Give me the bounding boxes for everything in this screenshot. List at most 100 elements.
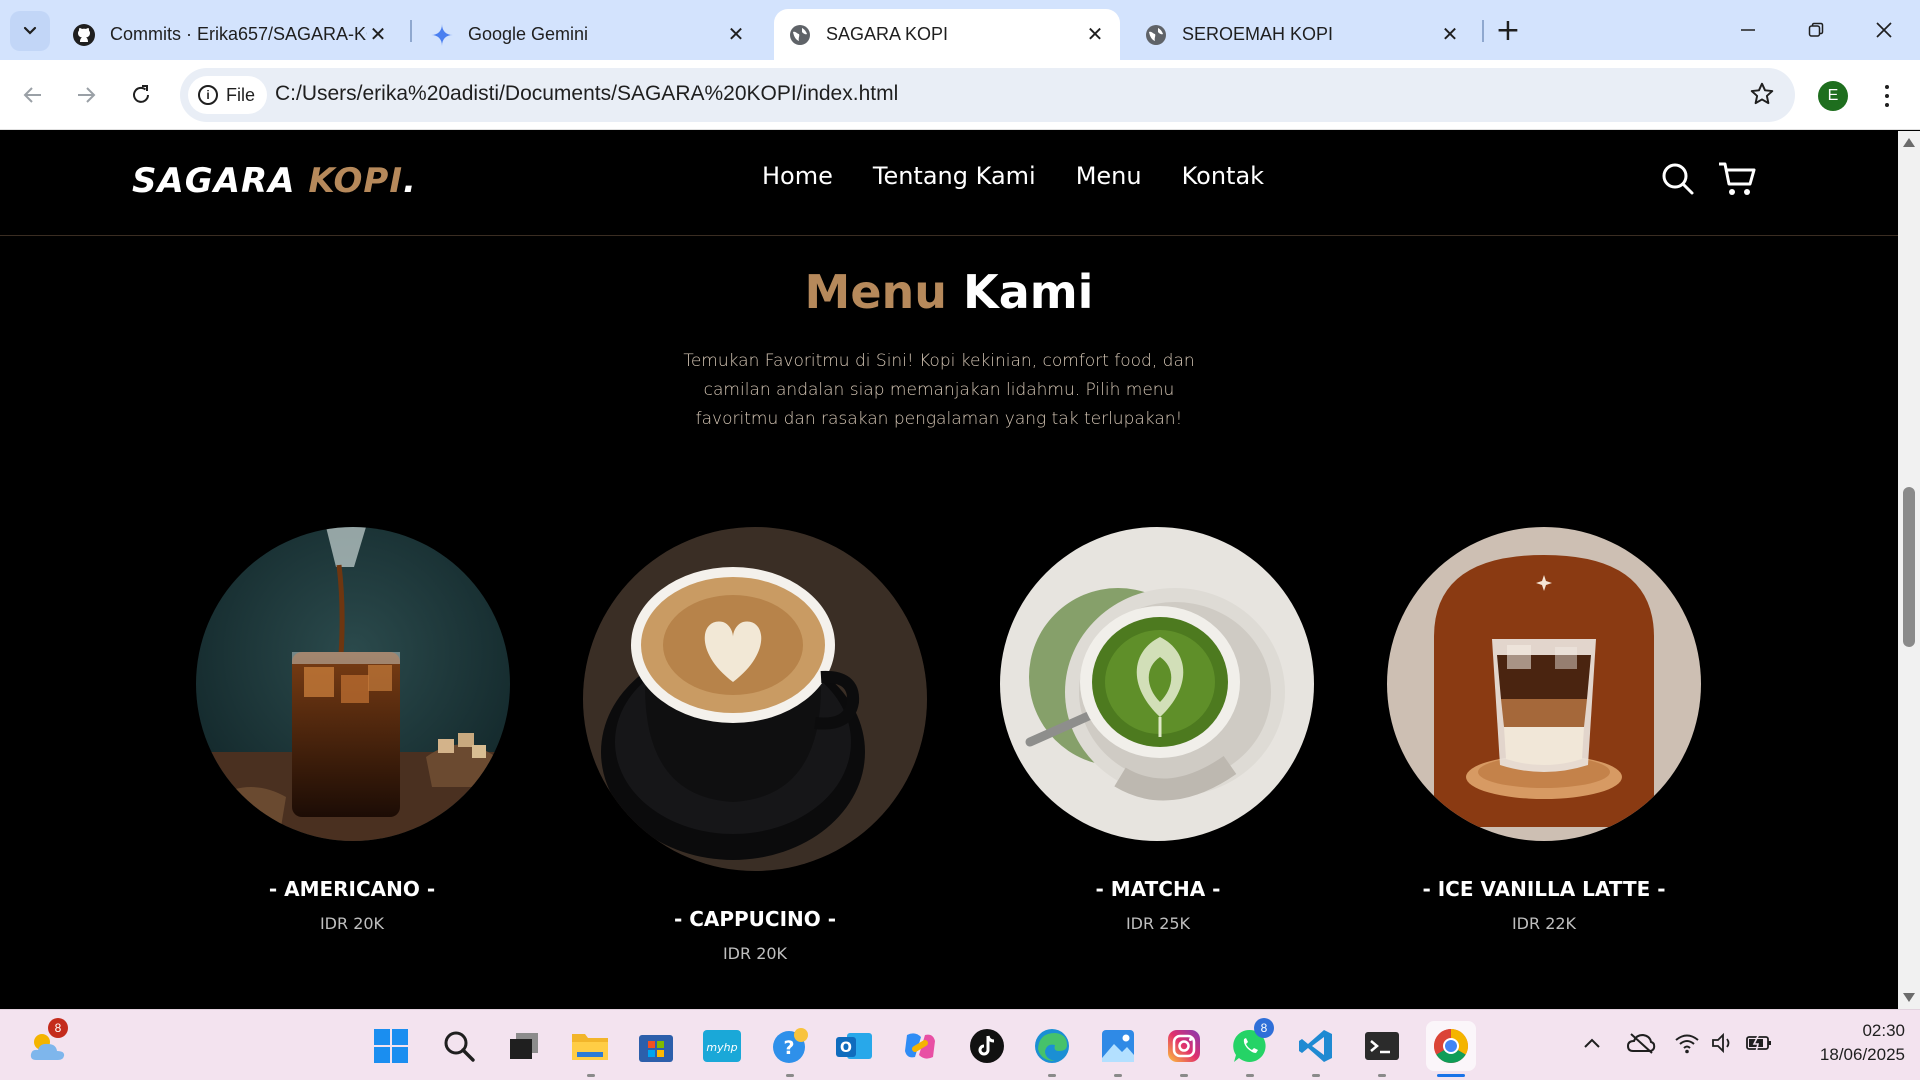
minimize-icon: [1741, 29, 1755, 31]
reload-icon: [133, 85, 149, 103]
browser-menu-icon[interactable]: [1872, 78, 1902, 114]
info-icon: i: [198, 85, 218, 105]
menu-item-price: IDR 22K: [1511, 914, 1577, 933]
search-taskbar-icon[interactable]: [437, 1024, 481, 1068]
show-hidden-icons-chevron-icon[interactable]: [1577, 1028, 1607, 1058]
tab-search-button[interactable]: [10, 11, 50, 51]
nav-link-kontak[interactable]: Kontak: [1182, 162, 1264, 190]
vscode-icon[interactable]: [1294, 1024, 1338, 1068]
running-indicator: [786, 1074, 794, 1077]
weather-badge: 8: [48, 1018, 68, 1038]
tab-github-commits[interactable]: Commits · Erika657/SAGARA-KOPI ✕: [58, 9, 403, 60]
close-window-button[interactable]: [1856, 8, 1912, 52]
volume-icon[interactable]: [1708, 1028, 1738, 1058]
instagram-icon[interactable]: [1162, 1024, 1206, 1068]
close-icon: [1876, 22, 1892, 38]
tiktok-icon[interactable]: [965, 1024, 1009, 1068]
github-icon: [72, 23, 96, 47]
microsoft-store-icon[interactable]: [634, 1024, 678, 1068]
clock-date: 18/06/2025: [1819, 1045, 1905, 1064]
copilot-icon[interactable]: [898, 1024, 942, 1068]
taskbar-clock[interactable]: 02:30 18/06/2025: [1795, 1019, 1905, 1067]
profile-avatar[interactable]: E: [1818, 81, 1848, 111]
tab-sagara-kopi[interactable]: SAGARA KOPI ✕: [774, 9, 1120, 60]
start-button-icon[interactable]: [369, 1024, 413, 1068]
menu-item-name: - MATCHA -: [1095, 877, 1221, 901]
chevron-down-icon: [23, 26, 37, 35]
address-bar[interactable]: i File C:/Users/erika%20adisti/Documents…: [180, 68, 1795, 122]
scroll-down-arrow-icon[interactable]: [1903, 993, 1915, 1002]
minimize-button[interactable]: [1720, 8, 1776, 52]
tab-title: SEROEMAH KOPI: [1182, 24, 1334, 44]
close-tab-icon[interactable]: ✕: [725, 24, 747, 46]
browser-tab-bar: Commits · Erika657/SAGARA-KOPI ✕ Google …: [0, 0, 1920, 60]
tab-seroemah-kopi[interactable]: SEROEMAH KOPI ✕: [1130, 9, 1475, 60]
photos-icon[interactable]: [1096, 1024, 1140, 1068]
site-info-label: File: [226, 84, 256, 105]
task-view-icon[interactable]: [502, 1024, 546, 1068]
close-tab-icon[interactable]: ✕: [367, 24, 389, 46]
scrollbar-thumb[interactable]: [1903, 487, 1915, 647]
menu-card-ice-vanilla-latte: - ICE VANILLA LATTE - IDR 22K: [1386, 527, 1702, 933]
running-indicator: [1180, 1074, 1188, 1077]
forward-button[interactable]: [68, 77, 104, 113]
section-title-accent: Menu: [804, 265, 948, 319]
logo-dot: .: [403, 161, 417, 201]
close-tab-icon[interactable]: ✕: [1084, 24, 1106, 46]
svg-text:O: O: [840, 1040, 852, 1056]
menu-item-price: IDR 20K: [319, 914, 385, 933]
running-indicator: [1114, 1074, 1122, 1077]
chrome-icon[interactable]: [1426, 1021, 1476, 1071]
tab-title: Commits · Erika657/SAGARA-KOPI: [110, 24, 367, 44]
onedrive-offline-icon[interactable]: [1626, 1028, 1656, 1058]
reload-button[interactable]: [123, 77, 159, 113]
restore-button[interactable]: [1788, 8, 1844, 52]
whatsapp-badge: 8: [1254, 1018, 1274, 1038]
menu-item-price: IDR 25K: [1125, 914, 1191, 933]
site-logo[interactable]: SAGARA KOPI.: [132, 161, 417, 201]
browser-toolbar: i File C:/Users/erika%20adisti/Documents…: [0, 60, 1920, 130]
scroll-up-arrow-icon[interactable]: [1903, 138, 1915, 147]
nav-link-tentang-kami[interactable]: Tentang Kami: [873, 162, 1036, 190]
active-indicator: [1437, 1074, 1465, 1077]
site-nav-links: Home Tentang Kami Menu Kontak: [762, 162, 1264, 190]
site-info-chip[interactable]: i File: [188, 76, 268, 114]
new-tab-button[interactable]: +: [1490, 12, 1526, 48]
whatsapp-icon[interactable]: 8: [1228, 1018, 1274, 1068]
cart-icon[interactable]: [1715, 157, 1759, 201]
get-help-icon[interactable]: ?: [768, 1024, 812, 1068]
americano-image: [196, 527, 510, 841]
running-indicator: [1246, 1074, 1254, 1077]
close-tab-icon[interactable]: ✕: [1439, 24, 1461, 46]
bookmark-star-icon[interactable]: [1749, 81, 1775, 111]
search-icon[interactable]: [1656, 157, 1700, 201]
tab-google-gemini[interactable]: Google Gemini ✕: [416, 9, 761, 60]
tab-title: Google Gemini: [468, 24, 589, 44]
myhp-icon[interactable]: myhp: [700, 1024, 744, 1068]
url-text[interactable]: C:/Users/erika%20adisti/Documents/SAGARA…: [275, 82, 898, 106]
edge-icon[interactable]: [1030, 1024, 1074, 1068]
logo-accent: KOPI: [308, 161, 404, 201]
terminal-icon[interactable]: [1360, 1024, 1404, 1068]
globe-icon: [788, 23, 812, 47]
menu-item-name: - CAPPUCINO -: [673, 907, 837, 931]
matcha-image: [1000, 527, 1314, 841]
restore-icon: [1808, 22, 1824, 37]
section-title-main: Kami: [963, 265, 1094, 319]
file-explorer-icon[interactable]: [568, 1024, 612, 1068]
nav-link-home[interactable]: Home: [762, 162, 833, 190]
nav-link-menu[interactable]: Menu: [1076, 162, 1142, 190]
back-button[interactable]: [15, 77, 51, 113]
outlook-icon[interactable]: O: [832, 1024, 876, 1068]
tab-separator: [1482, 20, 1484, 42]
arrow-left-icon: [23, 87, 41, 103]
battery-charging-icon[interactable]: [1744, 1028, 1774, 1058]
weather-widget-icon[interactable]: 8: [26, 1018, 70, 1068]
windows-taskbar: 8 myhp ? O 8: [0, 1009, 1920, 1080]
running-indicator: [1048, 1074, 1056, 1077]
running-indicator: [1378, 1074, 1386, 1077]
wifi-icon[interactable]: [1672, 1028, 1702, 1058]
page-scrollbar[interactable]: [1898, 131, 1920, 1009]
logo-main: SAGARA: [132, 161, 296, 201]
running-indicator: [587, 1074, 595, 1077]
